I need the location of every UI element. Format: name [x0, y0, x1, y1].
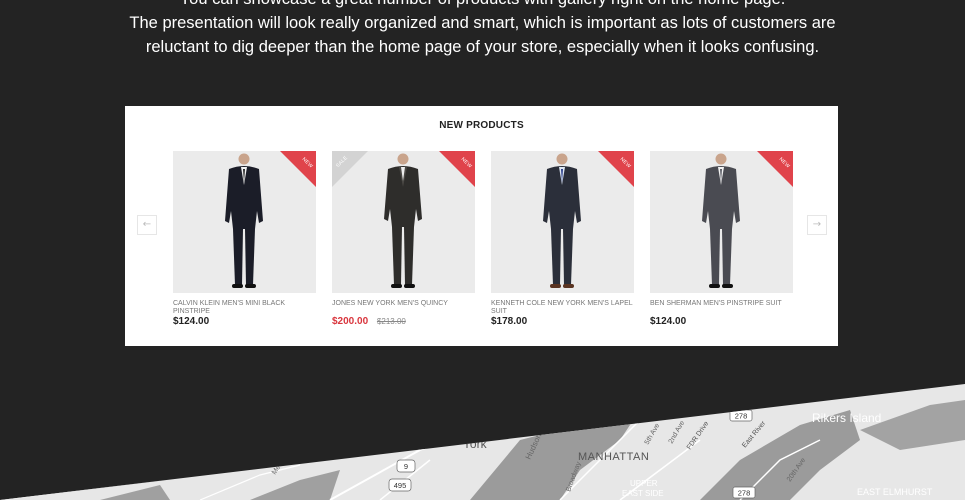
- map-background: Rikers Island York New MANHATTAN UPPER E…: [0, 384, 965, 500]
- product-card[interactable]: NEW KENNETH COLE NEW YORK MEN'S LAPEL SU…: [491, 151, 634, 327]
- product-card[interactable]: NEW BEN SHERMAN MEN'S PINSTRIPE SUIT $12…: [650, 151, 793, 327]
- new-badge: NEW: [598, 151, 634, 187]
- sale-badge: SALE: [332, 151, 368, 187]
- intro-line-2: The presentation will look really organi…: [129, 14, 836, 32]
- suit-image-icon: [543, 153, 581, 288]
- suit-image-icon: [702, 153, 740, 288]
- product-name[interactable]: KENNETH COLE NEW YORK MEN'S LAPEL SUIT: [491, 300, 634, 316]
- svg-text:9: 9: [404, 462, 408, 471]
- product-image[interactable]: NEW: [650, 151, 793, 293]
- intro-line-3: reluctant to dig deeper than the home pa…: [145, 38, 820, 56]
- interstate-shield-icon: 495: [388, 478, 412, 492]
- suit-image-icon: [384, 153, 422, 288]
- product-price: $124.00: [173, 316, 210, 327]
- suit-image-icon: [225, 153, 263, 288]
- map-label: York: [463, 437, 488, 451]
- carousel-prev-button[interactable]: ←: [137, 215, 157, 235]
- new-badge: NEW: [439, 151, 475, 187]
- carousel-next-button[interactable]: →: [807, 215, 827, 235]
- svg-text:278: 278: [738, 489, 751, 498]
- intro-text: You can showcase a great number of produ…: [0, 0, 965, 59]
- map-label: UPPER: [630, 479, 658, 488]
- svg-text:278: 278: [735, 412, 748, 421]
- product-card[interactable]: NEW CALVIN KLEIN MEN'S MINI BLACK PINSTR…: [173, 151, 316, 327]
- arrow-left-icon: ←: [142, 219, 152, 230]
- product-old-price: $213.00: [376, 317, 406, 326]
- product-image[interactable]: NEW: [491, 151, 634, 293]
- new-badge: NEW: [280, 151, 316, 187]
- product-name[interactable]: JONES NEW YORK MEN'S QUINCY: [332, 300, 475, 316]
- product-image[interactable]: SALE NEW: [332, 151, 475, 293]
- highway-shield-icon: 278: [729, 409, 753, 422]
- arrow-right-icon: →: [812, 219, 822, 230]
- product-card[interactable]: SALE NEW JONES NEW YORK MEN'S QUINCY $20…: [332, 151, 475, 327]
- product-name[interactable]: BEN SHERMAN MEN'S PINSTRIPE SUIT: [650, 300, 793, 316]
- product-price: $200.00: [332, 316, 369, 327]
- new-badge: NEW: [757, 151, 793, 187]
- highway-shield-icon: 278: [732, 486, 756, 499]
- map-label: EAST SIDE: [622, 489, 664, 498]
- route-shield-icon: 9: [396, 459, 416, 473]
- product-name[interactable]: CALVIN KLEIN MEN'S MINI BLACK PINSTRIPE: [173, 300, 316, 316]
- intro-line-1: You can showcase a great number of produ…: [0, 0, 965, 11]
- map-label: Rikers Island: [812, 411, 881, 425]
- widget-title: NEW PRODUCTS: [439, 120, 524, 131]
- product-price: $178.00: [491, 316, 528, 327]
- product-price: $124.00: [650, 316, 687, 327]
- map-label: New: [478, 423, 500, 435]
- new-products-widget: NEW PRODUCTS ← → NEW CALVIN KLEIN MEN'S …: [125, 106, 838, 346]
- map-label: EAST ELMHURST: [857, 487, 933, 497]
- svg-text:495: 495: [394, 481, 407, 490]
- product-image[interactable]: NEW: [173, 151, 316, 293]
- map-label: MANHATTAN: [578, 451, 649, 463]
